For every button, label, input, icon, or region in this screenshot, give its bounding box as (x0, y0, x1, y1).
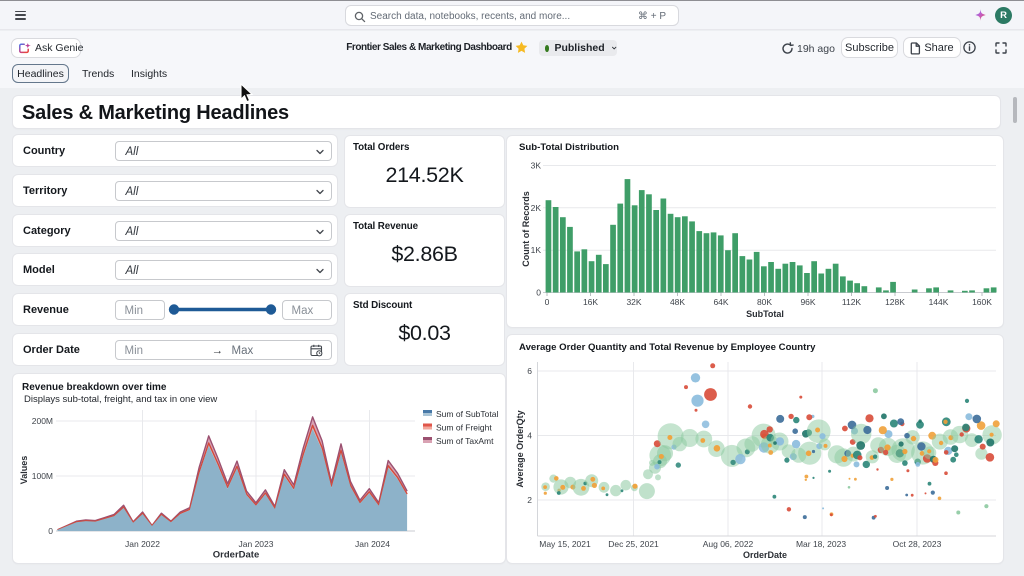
svg-text:16K: 16K (583, 297, 598, 307)
svg-text:Dec 25, 2021: Dec 25, 2021 (608, 539, 659, 549)
svg-text:Mar 18, 2023: Mar 18, 2023 (796, 539, 846, 549)
svg-text:3K: 3K (531, 161, 542, 171)
svg-text:Displays sub-total, freight, a: Displays sub-total, freight, and tax in … (24, 394, 217, 405)
svg-text:0: 0 (545, 297, 550, 307)
svg-text:Values: Values (19, 456, 29, 485)
svg-text:SubTotal: SubTotal (746, 309, 784, 319)
svg-text:32K: 32K (626, 297, 641, 307)
svg-text:Aug 06, 2022: Aug 06, 2022 (703, 539, 754, 549)
svg-text:6: 6 (527, 366, 532, 376)
svg-text:Oct 28, 2023: Oct 28, 2023 (893, 539, 942, 549)
svg-text:Count of Records: Count of Records (521, 191, 531, 267)
svg-text:OrderDate: OrderDate (743, 550, 787, 560)
svg-text:Sum of Freight: Sum of Freight (436, 423, 492, 433)
svg-text:64K: 64K (713, 297, 728, 307)
svg-text:80K: 80K (757, 297, 772, 307)
svg-text:112K: 112K (842, 297, 862, 307)
svg-text:Sum of SubTotal: Sum of SubTotal (436, 409, 498, 419)
svg-text:160K: 160K (972, 297, 992, 307)
svg-text:48K: 48K (670, 297, 685, 307)
svg-text:Average Order Quantity and Tot: Average Order Quantity and Total Revenue… (519, 342, 816, 353)
svg-text:144K: 144K (929, 297, 949, 307)
svg-text:Jan 2022: Jan 2022 (125, 539, 160, 549)
svg-text:Average OrderQty: Average OrderQty (515, 410, 525, 487)
svg-text:2K: 2K (531, 203, 542, 213)
svg-text:0: 0 (536, 288, 541, 298)
svg-text:OrderDate: OrderDate (213, 550, 259, 561)
svg-text:Sub-Total Distribution: Sub-Total Distribution (519, 142, 619, 153)
svg-text:1K: 1K (531, 245, 542, 255)
svg-text:Jan 2023: Jan 2023 (239, 539, 274, 549)
svg-text:100M: 100M (32, 471, 53, 481)
svg-text:May 15, 2021: May 15, 2021 (539, 539, 591, 549)
svg-text:Sum of TaxAmt: Sum of TaxAmt (436, 436, 494, 446)
svg-text:200M: 200M (32, 416, 53, 426)
svg-text:0: 0 (48, 526, 53, 536)
svg-text:4: 4 (527, 431, 532, 441)
svg-text:Revenue breakdown over time: Revenue breakdown over time (22, 382, 167, 393)
svg-text:96K: 96K (800, 297, 815, 307)
svg-text:2: 2 (527, 495, 532, 505)
svg-text:Jan 2024: Jan 2024 (355, 539, 390, 549)
svg-text:128K: 128K (885, 297, 905, 307)
